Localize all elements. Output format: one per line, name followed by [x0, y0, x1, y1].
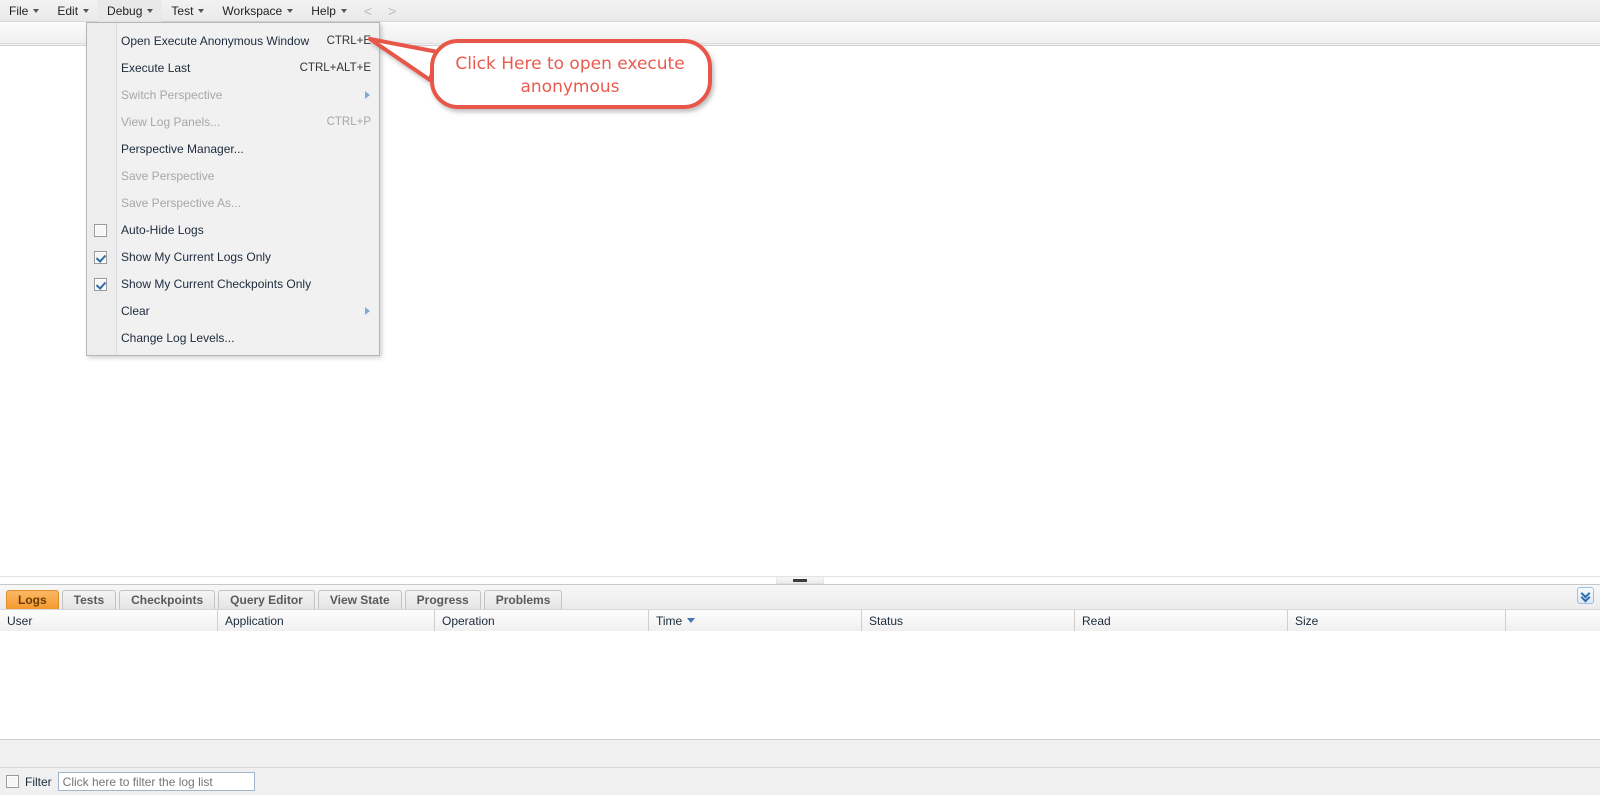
menu-option-perspective-manager[interactable]: Perspective Manager...	[87, 135, 379, 162]
menu-option-label: Save Perspective	[121, 168, 215, 183]
chevron-down-icon	[33, 8, 40, 13]
column-header-label: Status	[869, 613, 904, 628]
menu-option-label: Switch Perspective	[121, 87, 223, 102]
menu-option-save-perspective: Save Perspective	[87, 162, 379, 189]
menu-option-label: Open Execute Anonymous Window	[121, 33, 310, 48]
tab-tests[interactable]: Tests	[61, 590, 117, 609]
tab-logs[interactable]: Logs	[6, 590, 59, 609]
column-header-time[interactable]: Time	[649, 610, 862, 631]
column-header-status[interactable]: Status	[862, 610, 1075, 631]
column-header-size[interactable]: Size	[1288, 610, 1506, 631]
filter-checkbox[interactable]	[6, 775, 19, 788]
log-grid-header: User Application Operation Time Status R…	[0, 609, 1600, 631]
nav-back-icon[interactable]: <	[356, 0, 380, 22]
tab-problems[interactable]: Problems	[483, 590, 563, 609]
menu-option-label: Show My Current Logs Only	[121, 249, 272, 264]
menu-option-show-my-current-logs-only[interactable]: Show My Current Logs Only	[87, 243, 379, 270]
menu-item-help-label: Help	[311, 3, 336, 18]
tab-problems-label: Problems	[495, 593, 551, 607]
menu-option-label: Auto-Hide Logs	[121, 222, 204, 237]
column-header-application[interactable]: Application	[218, 610, 435, 631]
double-chevron-glyph	[1581, 591, 1590, 601]
log-grid-body[interactable]	[0, 631, 1600, 740]
menu-option-label: View Log Panels...	[121, 114, 221, 129]
menu-item-help[interactable]: Help	[302, 0, 356, 22]
submenu-arrow-icon	[365, 90, 370, 99]
menu-item-edit-label: Edit	[57, 3, 79, 18]
column-header-label: User	[7, 613, 33, 628]
tab-view-state-label: View State	[329, 593, 390, 607]
menu-item-edit[interactable]: Edit	[48, 0, 98, 22]
chevron-down-icon	[287, 8, 294, 13]
menu-option-accelerator: CTRL+ALT+E	[299, 61, 371, 74]
menu-item-file-label: File	[9, 3, 29, 18]
tab-query-editor-label: Query Editor	[230, 593, 303, 607]
menu-item-debug[interactable]: Debug	[98, 0, 163, 22]
menu-option-clear[interactable]: Clear	[87, 297, 379, 324]
menu-option-label: Execute Last	[121, 60, 191, 75]
menu-option-open-execute-anonymous-window[interactable]: Open Execute Anonymous Window CTRL+E	[87, 27, 379, 54]
menu-item-workspace-label: Workspace	[222, 3, 283, 18]
checkbox-checked-icon[interactable]	[94, 277, 107, 291]
bottom-panel: Logs Tests Checkpoints Query Editor View…	[0, 584, 1600, 795]
menu-item-debug-label: Debug	[107, 3, 143, 18]
column-header-label: Operation	[442, 613, 495, 628]
tab-logs-label: Logs	[18, 593, 47, 607]
menu-option-accelerator: CTRL+E	[326, 34, 371, 47]
menu-option-switch-perspective: Switch Perspective	[87, 81, 379, 108]
menu-bar: File Edit Debug Test Workspace Help < >	[0, 0, 1600, 22]
menu-option-show-my-current-checkpoints-only[interactable]: Show My Current Checkpoints Only	[87, 270, 379, 297]
sort-descending-icon	[687, 618, 696, 623]
column-header-label: Size	[1295, 613, 1319, 628]
column-header-spacer	[1506, 610, 1600, 631]
submenu-arrow-icon	[365, 306, 370, 315]
menu-option-accelerator: CTRL+P	[326, 115, 371, 128]
menu-option-label: Clear	[121, 303, 150, 318]
menu-item-workspace[interactable]: Workspace	[213, 0, 302, 22]
chevron-down-icon	[83, 8, 90, 13]
column-header-label: Read	[1082, 613, 1111, 628]
menu-option-execute-last[interactable]: Execute Last CTRL+ALT+E	[87, 54, 379, 81]
menu-option-change-log-levels[interactable]: Change Log Levels...	[87, 324, 379, 351]
menu-item-test-label: Test	[171, 3, 194, 18]
menu-item-file[interactable]: File	[0, 0, 48, 22]
checkbox-unchecked-icon[interactable]	[94, 223, 107, 237]
tab-progress[interactable]: Progress	[404, 590, 481, 609]
menu-option-label: Save Perspective As...	[121, 195, 242, 210]
menu-option-save-perspective-as: Save Perspective As...	[87, 189, 379, 216]
tab-checkpoints-label: Checkpoints	[131, 593, 204, 607]
debug-dropdown-menu: Open Execute Anonymous Window CTRL+E Exe…	[86, 22, 380, 356]
panel-splitter[interactable]	[0, 576, 1600, 584]
menu-option-label: Perspective Manager...	[121, 141, 244, 156]
menu-option-view-log-panels: View Log Panels... CTRL+P	[87, 108, 379, 135]
column-header-label: Time	[656, 613, 683, 628]
tab-checkpoints[interactable]: Checkpoints	[119, 590, 216, 609]
column-header-label: Application	[225, 613, 284, 628]
double-chevron-down-icon[interactable]	[1577, 587, 1594, 604]
column-header-read[interactable]: Read	[1075, 610, 1288, 631]
chevron-down-icon	[340, 8, 347, 13]
tab-view-state[interactable]: View State	[317, 590, 402, 609]
filter-input[interactable]	[57, 772, 255, 791]
checkbox-checked-icon[interactable]	[94, 250, 107, 264]
nav-forward-icon[interactable]: >	[380, 0, 404, 22]
column-header-user[interactable]: User	[0, 610, 218, 631]
chevron-down-icon	[198, 8, 205, 13]
menu-option-label: Change Log Levels...	[121, 330, 235, 345]
chevron-down-icon	[147, 8, 154, 13]
tab-progress-label: Progress	[416, 593, 469, 607]
menu-option-label: Show My Current Checkpoints Only	[121, 276, 312, 291]
app-root: File Edit Debug Test Workspace Help < >	[0, 0, 1600, 795]
menu-option-auto-hide-logs[interactable]: Auto-Hide Logs	[87, 216, 379, 243]
column-header-operation[interactable]: Operation	[435, 610, 649, 631]
menu-item-test[interactable]: Test	[162, 0, 213, 22]
filter-label: Filter	[25, 774, 52, 789]
bottom-tab-strip: Logs Tests Checkpoints Query Editor View…	[0, 585, 1600, 609]
tab-query-editor[interactable]: Query Editor	[218, 590, 315, 609]
splitter-grip-handle[interactable]	[776, 577, 824, 584]
tab-tests-label: Tests	[73, 593, 105, 607]
filter-bar: Filter	[0, 767, 1600, 795]
